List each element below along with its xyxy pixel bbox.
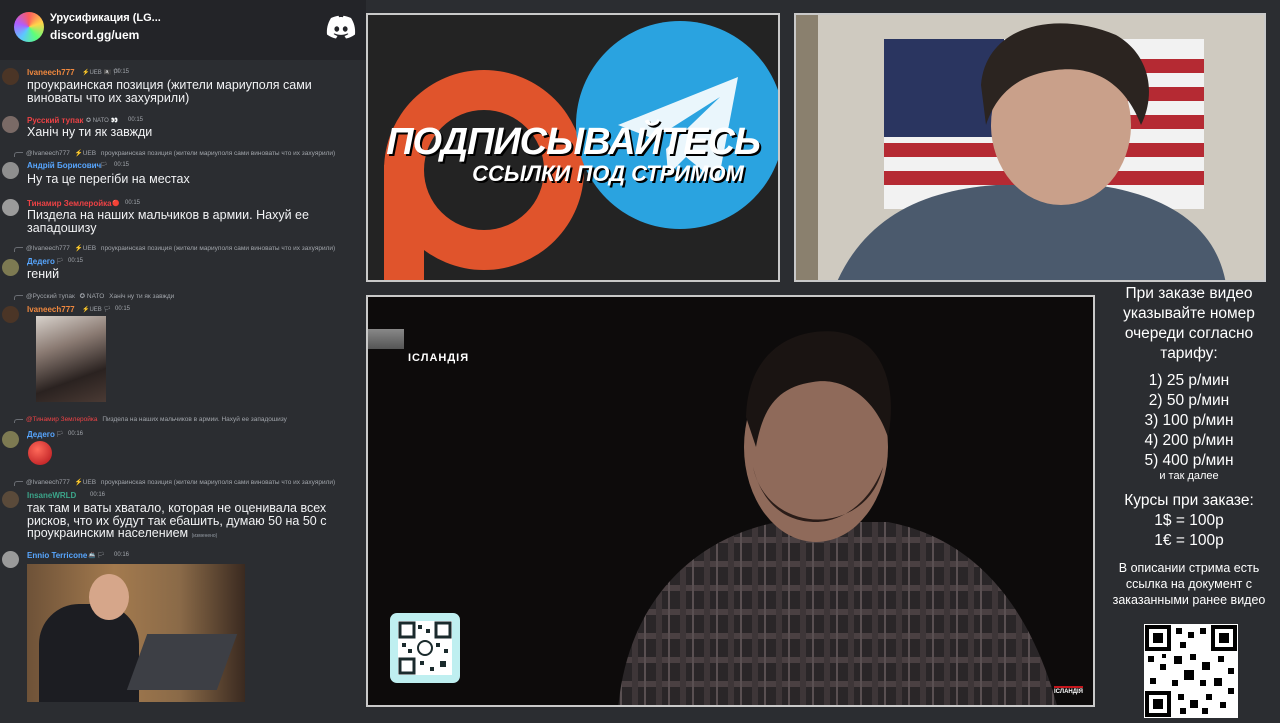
- avatar: [2, 491, 19, 508]
- reply-badges: ⚡UEB: [74, 479, 97, 486]
- qr-code-icon[interactable]: [390, 613, 460, 683]
- reply-username: @Русский тупак: [26, 293, 75, 300]
- emoji-sticker: [28, 441, 52, 465]
- order-info-panel: При заказе видео указывайте номер очеред…: [1098, 282, 1280, 720]
- reply-preview[interactable]: @Тинамир Землеройка Пиздела на наших мал…: [14, 416, 366, 423]
- message-time: 00:16: [114, 552, 130, 558]
- message-time: 00:16: [90, 492, 106, 498]
- avatar: [2, 431, 19, 448]
- server-name: Урусификация (LG...: [50, 12, 161, 24]
- subscribe-promo-panel: ПОДПИСЫВАЙТЕСЬ ССЫЛКИ ПОД СТРИМОМ: [366, 13, 780, 282]
- message-badges: 🔴: [112, 201, 120, 207]
- message-badges: 🏳: [100, 163, 108, 169]
- reply-text: проукраинская позиция (жители мариуполя …: [100, 479, 336, 486]
- avatar: [2, 551, 19, 568]
- chat-header: Урусификация (LG... discord.gg/uem: [0, 0, 366, 60]
- promo-title: ПОДПИСЫВАЙТЕСЬ: [386, 121, 761, 163]
- tariff-etc: и так далее: [1159, 470, 1219, 482]
- reply-preview[interactable]: @Ivaneech777 ⚡UEB проукраинская позиция …: [14, 244, 366, 252]
- avatar: [2, 306, 19, 323]
- rate-item: 1€ = 100р: [1154, 532, 1224, 549]
- image-figure: [39, 604, 139, 702]
- tariff-item: 2) 50 р/мин: [1148, 392, 1230, 409]
- video-interviewee: [618, 331, 1057, 705]
- video-corner-label: ІСЛАНДІЯ: [1054, 686, 1083, 695]
- message-badges: ⚡UEB 🏳: [82, 307, 112, 313]
- rates-title: Курсы при заказе:: [1124, 492, 1254, 509]
- server-icon: [14, 12, 44, 42]
- reply-text: проукраинская позиция (жители мариуполя …: [100, 150, 336, 157]
- edited-marker: (изменено): [191, 533, 218, 539]
- image-attachment[interactable]: [36, 316, 106, 402]
- webcam-panel: [794, 13, 1266, 282]
- message-username[interactable]: Ivaneech777: [27, 68, 75, 77]
- tariff-item: 4) 200 р/мин: [1144, 432, 1234, 449]
- reply-preview[interactable]: @Русский тупак ✪ NATO Ханіч ну ти як зав…: [14, 292, 366, 300]
- message-username[interactable]: Дедего: [27, 257, 55, 266]
- discord-icon: [326, 15, 356, 39]
- avatar: [2, 199, 19, 216]
- message-text: Ханіч ну ти як завжди: [27, 125, 153, 139]
- message-text: Ну та це перегіби на местах: [27, 172, 190, 186]
- avatar: [2, 162, 19, 179]
- reply-username: @Тинамир Землеройка: [26, 416, 98, 423]
- message-time: 00:16: [68, 431, 84, 437]
- message-badges: ✪ NATO 👀: [86, 118, 118, 124]
- reply-username: @Ivaneech777: [26, 150, 70, 157]
- reply-preview[interactable]: @Ivaneech777 ⚡UEB проукраинская позиция …: [14, 478, 366, 486]
- qr-code-pattern: [398, 621, 452, 675]
- message-time: 00:15: [125, 200, 141, 206]
- reply-text: Ханіч ну ти як завжди: [109, 293, 175, 300]
- order-intro: При заказе видео указывайте номер очеред…: [1123, 285, 1255, 362]
- avatar: [2, 116, 19, 133]
- reply-badges: ✪ NATO: [79, 293, 105, 300]
- reply-text: проукраинская позиция (жители мариуполя …: [100, 245, 336, 252]
- tariff-item: 5) 400 р/мин: [1144, 452, 1234, 469]
- reply-username: @Ivaneech777: [26, 479, 70, 486]
- message-badges: 🚢 🏳: [88, 553, 105, 559]
- message-time: 00:15: [114, 69, 130, 75]
- message-username[interactable]: InsaneWRLD: [27, 491, 76, 500]
- message-username[interactable]: Тинамир Землеройка: [27, 199, 112, 208]
- message-badges: 🏳: [56, 259, 64, 265]
- message-text-body: так там и ваты хватало, которая не оцени…: [27, 501, 327, 540]
- message-text: гений: [27, 267, 60, 281]
- message-username[interactable]: Дедего: [27, 430, 55, 439]
- discord-chat-overlay: Урусификация (LG... discord.gg/uem Ivane…: [0, 0, 366, 720]
- reply-username: @Ivaneech777: [26, 245, 70, 252]
- message-username[interactable]: Ennio Terricone: [27, 551, 87, 560]
- avatar: [2, 259, 19, 276]
- server-invite-link[interactable]: discord.gg/uem: [50, 28, 139, 42]
- message-time: 00:15: [115, 306, 131, 312]
- message-text: проукраинская позиция (жители мариуполя …: [27, 78, 312, 105]
- image-laptop: [126, 634, 238, 690]
- qr-code-pattern: [1145, 625, 1237, 717]
- reply-badges: ⚡UEB: [74, 150, 97, 157]
- qr-code-icon[interactable]: [1144, 624, 1238, 718]
- doc-note: В описании стрима есть ссылка на докумен…: [1112, 561, 1266, 607]
- message-time: 00:15: [114, 162, 130, 168]
- tariff-item: 3) 100 р/мин: [1144, 412, 1234, 429]
- message-time: 00:15: [128, 117, 144, 123]
- reply-preview[interactable]: @Ivaneech777 ⚡UEB проукраинская позиция …: [14, 149, 366, 157]
- message-time: 00:15: [68, 258, 84, 264]
- reply-badges: ⚡UEB: [74, 245, 97, 252]
- tariff-item: 1) 25 р/мин: [1148, 372, 1230, 389]
- rate-item: 1$ = 100р: [1154, 512, 1224, 529]
- message-text: Пиздела на наших мальчиков в армии. Наху…: [27, 208, 309, 235]
- message-username[interactable]: Ivaneech777: [27, 305, 75, 314]
- message-badges: 🏳: [56, 432, 64, 438]
- main-video-panel: ІСЛАНДІЯ ІСЛАНДІЯ: [366, 295, 1095, 707]
- promo-subtitle: ССЫЛКИ ПОД СТРИМОМ: [472, 161, 744, 186]
- image-attachment[interactable]: [27, 564, 245, 702]
- reply-text: Пиздела на наших мальчиков в армии. Наху…: [102, 416, 287, 423]
- message-username[interactable]: Русский тупак: [27, 116, 83, 125]
- message-username[interactable]: Андрій Борисович: [27, 161, 101, 170]
- message-text: так там и ваты хватало, которая не оцени…: [27, 502, 357, 543]
- image-figure-head: [89, 574, 129, 620]
- webcam-scene: [796, 15, 1264, 280]
- avatar: [2, 68, 19, 85]
